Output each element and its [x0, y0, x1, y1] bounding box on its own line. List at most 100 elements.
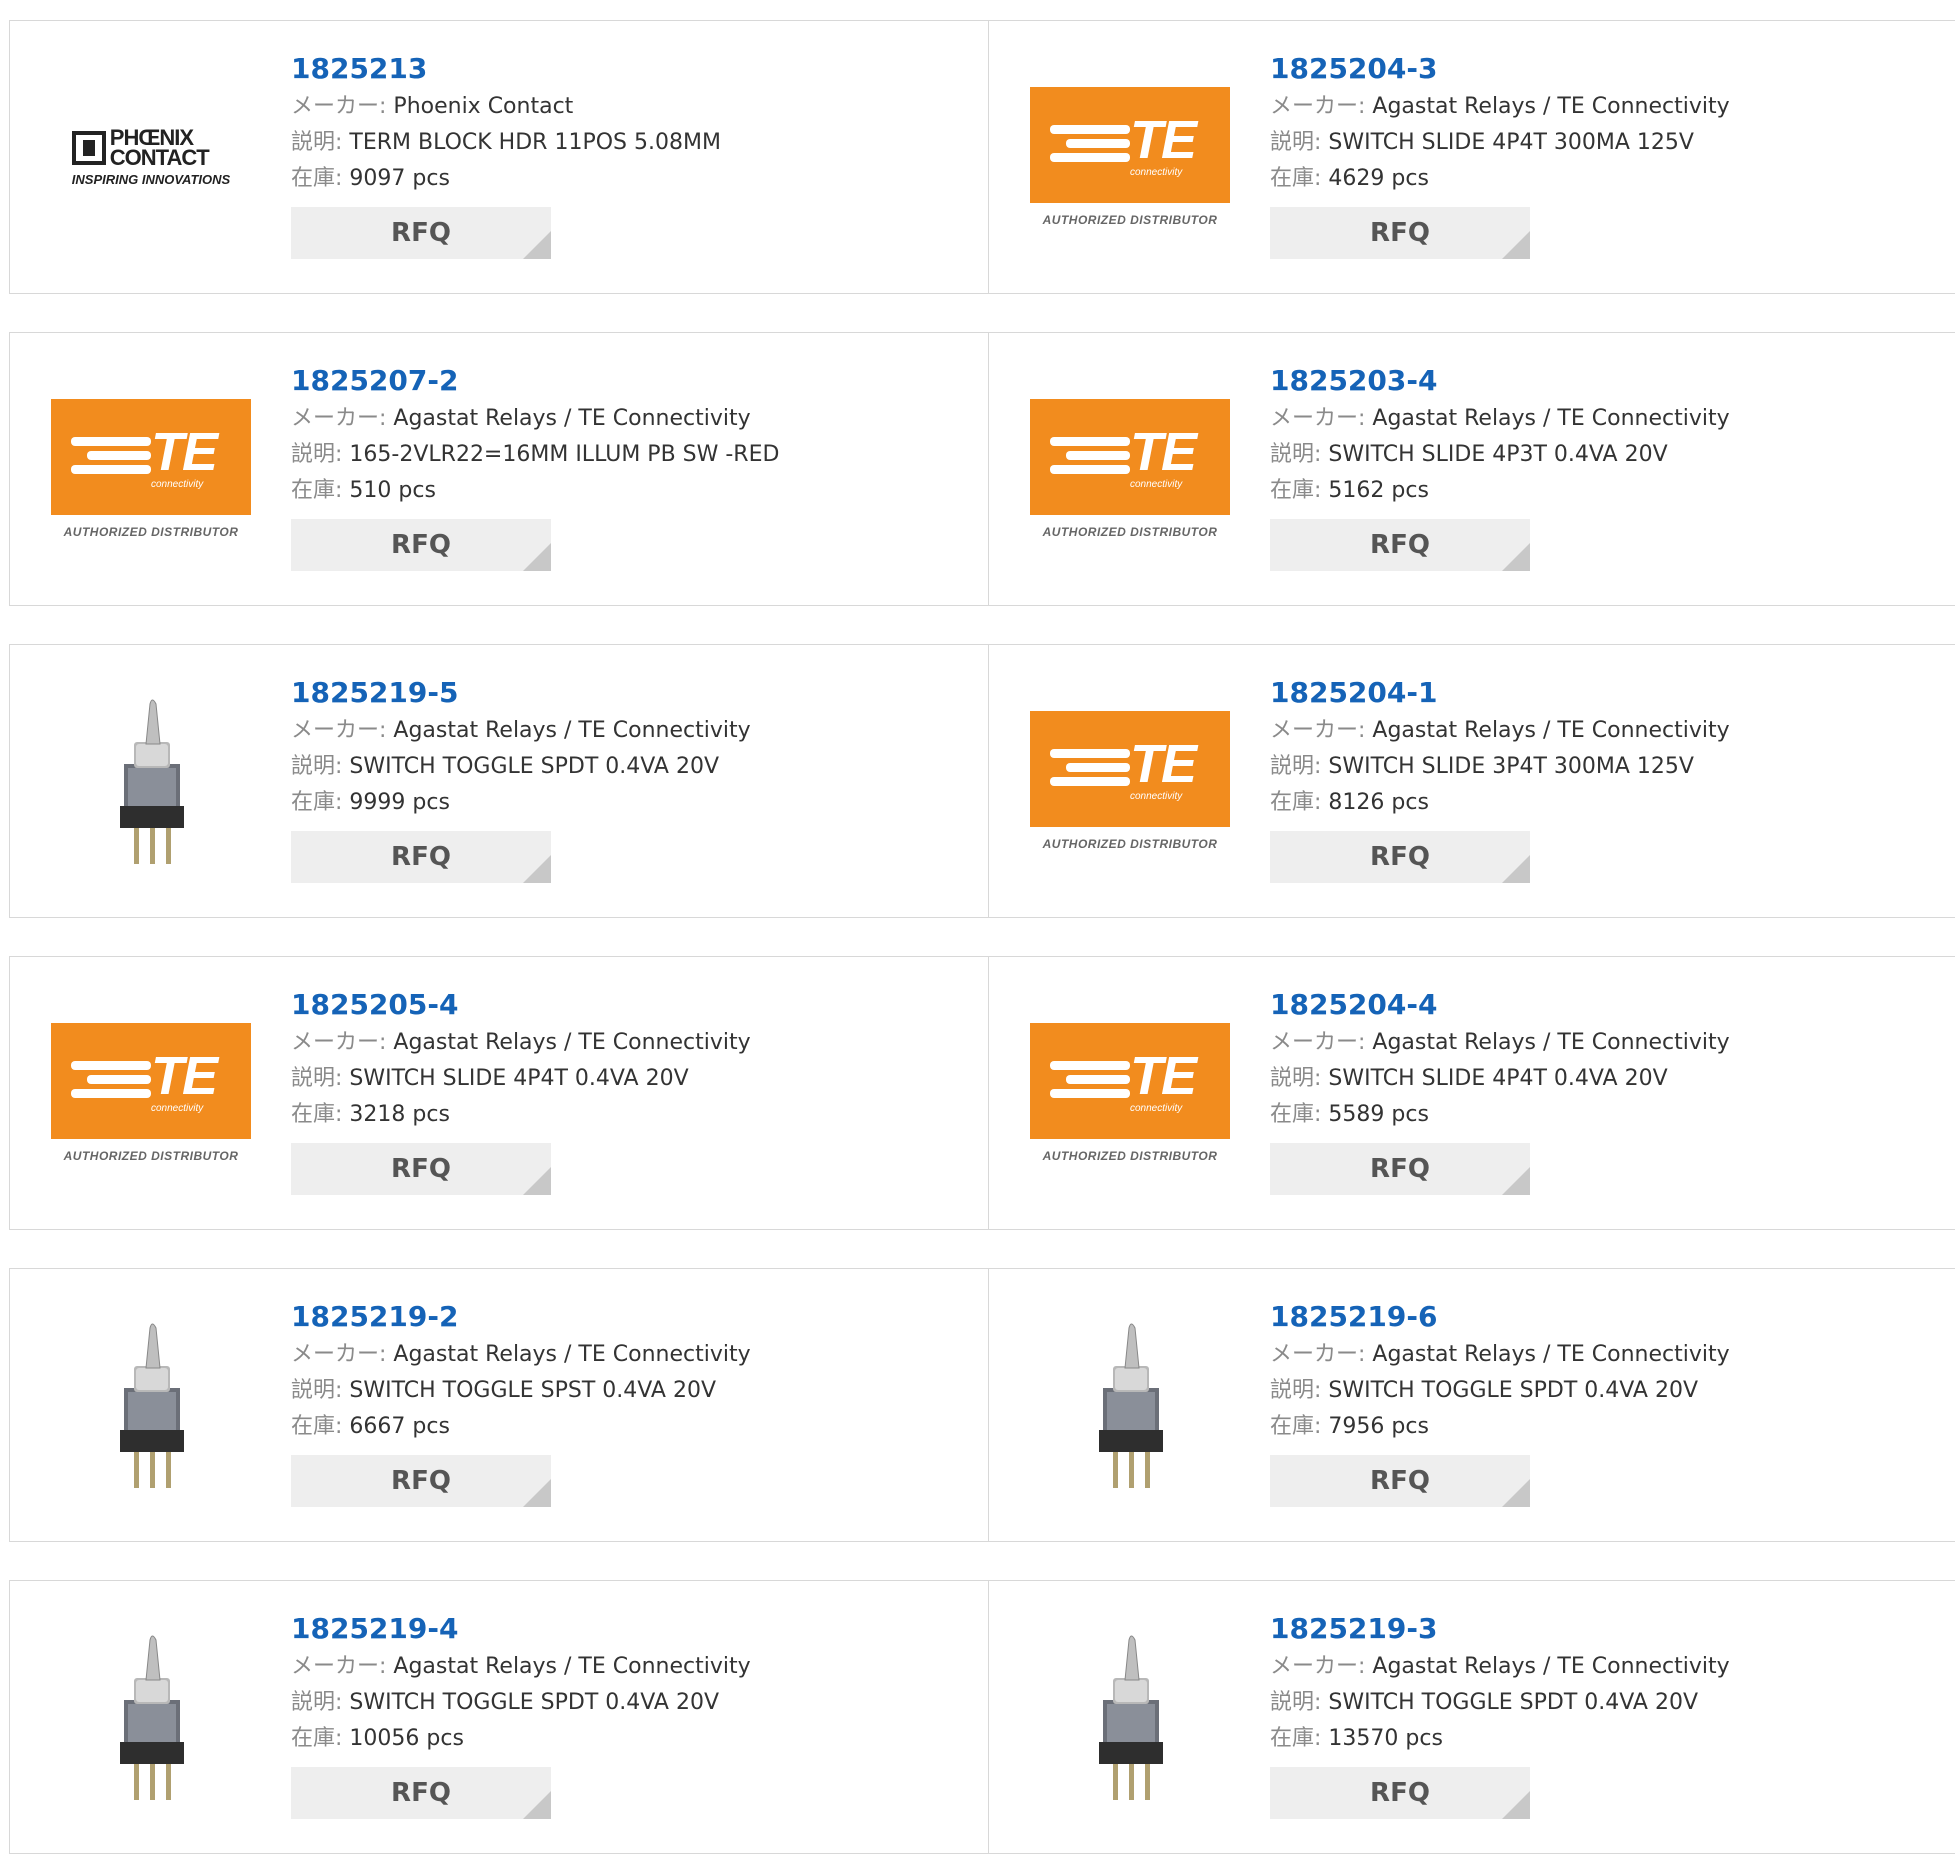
product-thumbnail[interactable]: TE connectivity AUTHORIZED DISTRIBUTOR — [1027, 676, 1233, 886]
corner-triangle-icon — [1502, 231, 1530, 259]
maker-line: メーカー: Agastat Relays / TE Connectivity — [291, 401, 779, 437]
description-value: SWITCH SLIDE 3P4T 300MA 125V — [1328, 754, 1694, 779]
maker-value: Agastat Relays / TE Connectivity — [1372, 718, 1730, 743]
product-card: 1825219-5 メーカー: Agastat Relays / TE Conn… — [10, 645, 987, 917]
maker-line: メーカー: Agastat Relays / TE Connectivity — [1270, 1337, 1730, 1373]
stock-value: 8126 pcs — [1328, 790, 1429, 815]
stock-line: 在庫: 10056 pcs — [291, 1721, 751, 1757]
product-thumbnail[interactable]: TE connectivity AUTHORIZED DISTRIBUTOR — [48, 364, 254, 574]
rfq-button[interactable]: RFQ — [1270, 831, 1530, 883]
rfq-label: RFQ — [1370, 1466, 1430, 1496]
corner-triangle-icon — [523, 1167, 551, 1195]
maker-line: メーカー: Agastat Relays / TE Connectivity — [291, 1649, 751, 1685]
stock-value: 9999 pcs — [349, 790, 450, 815]
description-value: SWITCH TOGGLE SPDT 0.4VA 20V — [349, 1690, 719, 1715]
maker-label: メーカー: — [1270, 1030, 1366, 1055]
product-thumbnail[interactable]: TE connectivity AUTHORIZED DISTRIBUTOR — [48, 988, 254, 1198]
rfq-button[interactable]: RFQ — [1270, 519, 1530, 571]
stock-line: 在庫: 7956 pcs — [1270, 1409, 1730, 1445]
product-card: 1825219-6 メーカー: Agastat Relays / TE Conn… — [988, 1269, 1955, 1541]
description-line: 説明: SWITCH SLIDE 4P4T 0.4VA 20V — [1270, 1061, 1730, 1097]
stock-value: 4629 pcs — [1328, 166, 1429, 191]
stock-label: 在庫: — [1270, 1726, 1322, 1751]
part-number-link[interactable]: 1825205-4 — [291, 985, 751, 1025]
corner-triangle-icon — [523, 231, 551, 259]
stock-label: 在庫: — [291, 1726, 343, 1751]
product-card: PHŒNIX CONTACT INSPIRING INNOVATIONS 182… — [10, 21, 987, 293]
product-thumbnail[interactable] — [48, 1300, 254, 1510]
corner-triangle-icon — [1502, 1791, 1530, 1819]
rfq-button[interactable]: RFQ — [1270, 207, 1530, 259]
stock-line: 在庫: 510 pcs — [291, 473, 779, 509]
part-number-link[interactable]: 1825219-3 — [1270, 1609, 1730, 1649]
stock-label: 在庫: — [1270, 1414, 1322, 1439]
product-row: 1825219-5 メーカー: Agastat Relays / TE Conn… — [9, 644, 1955, 918]
stock-label: 在庫: — [1270, 790, 1322, 815]
maker-label: メーカー: — [1270, 1654, 1366, 1679]
description-line: 説明: 165-2VLR22=16MM ILLUM PB SW -RED — [291, 437, 779, 473]
stock-line: 在庫: 8126 pcs — [1270, 785, 1730, 821]
stock-value: 10056 pcs — [349, 1726, 464, 1751]
part-number-link[interactable]: 1825219-2 — [291, 1297, 751, 1337]
stock-value: 3218 pcs — [349, 1102, 450, 1127]
part-number-link[interactable]: 1825204-4 — [1270, 985, 1730, 1025]
rfq-button[interactable]: RFQ — [291, 207, 551, 259]
maker-line: メーカー: Agastat Relays / TE Connectivity — [1270, 1649, 1730, 1685]
maker-value: Agastat Relays / TE Connectivity — [1372, 1654, 1730, 1679]
part-number-link[interactable]: 1825204-1 — [1270, 673, 1730, 713]
product-card: TE connectivity AUTHORIZED DISTRIBUTOR 1… — [10, 957, 987, 1229]
rfq-label: RFQ — [1370, 1154, 1430, 1184]
part-number-link[interactable]: 1825219-5 — [291, 673, 751, 713]
maker-line: メーカー: Agastat Relays / TE Connectivity — [291, 713, 751, 749]
product-thumbnail[interactable]: TE connectivity AUTHORIZED DISTRIBUTOR — [1027, 988, 1233, 1198]
part-number-link[interactable]: 1825219-4 — [291, 1609, 751, 1649]
description-label: 説明: — [291, 130, 343, 155]
product-thumbnail[interactable] — [1027, 1300, 1233, 1510]
stock-label: 在庫: — [1270, 166, 1322, 191]
maker-label: メーカー: — [291, 718, 387, 743]
product-thumbnail[interactable]: TE connectivity AUTHORIZED DISTRIBUTOR — [1027, 364, 1233, 574]
rfq-button[interactable]: RFQ — [291, 519, 551, 571]
description-label: 説明: — [291, 1378, 343, 1403]
rfq-label: RFQ — [1370, 530, 1430, 560]
product-thumbnail[interactable]: PHŒNIX CONTACT INSPIRING INNOVATIONS — [48, 52, 254, 262]
rfq-button[interactable]: RFQ — [1270, 1767, 1530, 1819]
corner-triangle-icon — [523, 543, 551, 571]
product-thumbnail[interactable]: TE connectivity AUTHORIZED DISTRIBUTOR — [1027, 52, 1233, 262]
part-number-link[interactable]: 1825207-2 — [291, 361, 779, 401]
te-connectivity-logo: TE connectivity AUTHORIZED DISTRIBUTOR — [1030, 399, 1230, 539]
part-number-link[interactable]: 1825213 — [291, 49, 721, 89]
product-thumbnail[interactable] — [48, 676, 254, 886]
maker-label: メーカー: — [291, 1030, 387, 1055]
stock-value: 5162 pcs — [1328, 478, 1429, 503]
rfq-button[interactable]: RFQ — [291, 1455, 551, 1507]
rfq-button[interactable]: RFQ — [291, 1767, 551, 1819]
corner-triangle-icon — [1502, 543, 1530, 571]
phoenix-contact-logo: PHŒNIX CONTACT INSPIRING INNOVATIONS — [71, 124, 231, 187]
product-row: TE connectivity AUTHORIZED DISTRIBUTOR 1… — [9, 956, 1955, 1230]
stock-label: 在庫: — [291, 1414, 343, 1439]
maker-value: Agastat Relays / TE Connectivity — [393, 1342, 751, 1367]
description-value: SWITCH TOGGLE SPDT 0.4VA 20V — [349, 754, 719, 779]
rfq-label: RFQ — [391, 218, 451, 248]
stock-label: 在庫: — [291, 478, 343, 503]
part-number-link[interactable]: 1825203-4 — [1270, 361, 1730, 401]
stock-line: 在庫: 3218 pcs — [291, 1097, 751, 1133]
stock-line: 在庫: 5162 pcs — [1270, 473, 1730, 509]
product-thumbnail[interactable] — [1027, 1612, 1233, 1822]
maker-line: メーカー: Agastat Relays / TE Connectivity — [1270, 401, 1730, 437]
rfq-button[interactable]: RFQ — [291, 1143, 551, 1195]
maker-label: メーカー: — [1270, 1342, 1366, 1367]
product-thumbnail[interactable] — [48, 1612, 254, 1822]
rfq-label: RFQ — [1370, 842, 1430, 872]
corner-triangle-icon — [523, 1479, 551, 1507]
rfq-button[interactable]: RFQ — [291, 831, 551, 883]
description-line: 説明: SWITCH TOGGLE SPST 0.4VA 20V — [291, 1373, 751, 1409]
stock-line: 在庫: 9999 pcs — [291, 785, 751, 821]
rfq-button[interactable]: RFQ — [1270, 1143, 1530, 1195]
part-number-link[interactable]: 1825204-3 — [1270, 49, 1730, 89]
rfq-button[interactable]: RFQ — [1270, 1455, 1530, 1507]
corner-triangle-icon — [1502, 1479, 1530, 1507]
part-number-link[interactable]: 1825219-6 — [1270, 1297, 1730, 1337]
maker-label: メーカー: — [1270, 718, 1366, 743]
